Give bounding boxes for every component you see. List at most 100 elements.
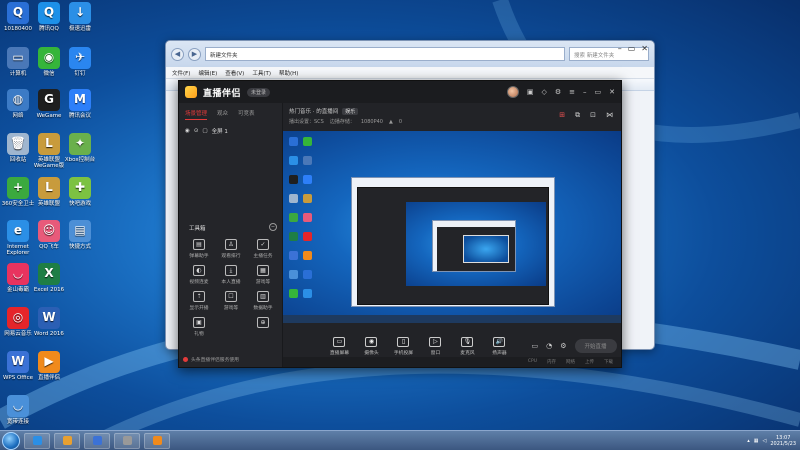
desktop-icon[interactable]: ▶ 直播伴侣 xyxy=(32,351,66,381)
bag-icon[interactable]: ⊡ xyxy=(590,111,596,120)
desktop-icon[interactable]: ↓ 极速迅雷 xyxy=(63,2,97,32)
menu-help[interactable]: 帮助(H) xyxy=(279,69,298,77)
tool-item[interactable]: ◐ 视频连麦 xyxy=(183,265,215,285)
source-button[interactable]: ▷ 窗口 xyxy=(423,336,447,356)
desktop-icon[interactable]: L 英雄联盟WeGame版 xyxy=(32,133,66,170)
network-icon[interactable]: ▦ xyxy=(754,438,759,444)
toolbox-title: 工具箱 xyxy=(189,226,206,232)
desktop-icon[interactable]: W WPS Office xyxy=(1,351,35,381)
menu-view[interactable]: 查看(V) xyxy=(225,69,244,77)
start-button[interactable] xyxy=(2,431,20,450)
desktop-icon[interactable]: Q 腾讯QQ xyxy=(32,2,66,32)
tab-scene-manager[interactable]: 场景管理 xyxy=(185,109,208,120)
explorer-titlebar[interactable]: ◀ ▶ 新建文件夹 搜索 新建文件夹 xyxy=(166,41,654,67)
tool-item[interactable]: ♙ 观看排行 xyxy=(215,239,247,259)
tool-item[interactable]: ☐ 游戏等 xyxy=(215,291,247,311)
close-icon[interactable]: ✕ xyxy=(609,88,615,96)
desktop-icon[interactable]: ◎ 网易云音乐 xyxy=(1,307,35,337)
layer-icon[interactable]: ⧉ xyxy=(575,111,580,120)
main-area: 热门音乐 · 的直播间 娱乐 播出设置：SCS 边播存储： 1080P40 ▲ … xyxy=(283,103,621,367)
taskbar-app[interactable] xyxy=(84,432,110,449)
address-bar[interactable]: 新建文件夹 xyxy=(205,47,565,61)
login-status-badge[interactable]: 未登录 xyxy=(247,87,271,97)
menu-edit[interactable]: 编辑(E) xyxy=(198,69,217,77)
tool-item[interactable]: ⊕ xyxy=(247,317,279,337)
desktop-icon[interactable]: ☺ QQ飞车 xyxy=(32,220,66,250)
desktop-icon[interactable]: ◍ 网络 xyxy=(1,89,35,119)
app-titlebar[interactable]: 直播伴侣 未登录 ▣ ◇ ⚙ ≡ – ▭ ✕ xyxy=(179,81,621,103)
desktop-icon[interactable]: W Word 2016 xyxy=(32,307,66,337)
toolbox-collapse-button[interactable]: − xyxy=(269,223,277,231)
tool-item[interactable]: ✓ 主播任务 xyxy=(247,239,279,259)
forward-button[interactable]: ▶ xyxy=(188,47,201,61)
desktop-icon[interactable]: ✚ 快吧游戏 xyxy=(63,177,97,207)
taskbar-app[interactable] xyxy=(114,432,140,449)
back-button[interactable]: ◀ xyxy=(171,47,184,61)
desktop-icon[interactable]: e Internet Explorer xyxy=(1,220,35,257)
skin-icon[interactable]: ◇ xyxy=(541,88,546,96)
avatar[interactable] xyxy=(506,86,519,98)
tool-item[interactable]: ▥ 数据助手 xyxy=(247,291,279,311)
volume-icon[interactable]: ◁ xyxy=(763,438,767,444)
tool-item[interactable]: ⇡ 显示开播 xyxy=(183,291,215,311)
tool-item[interactable]: ▤ 弹幕助手 xyxy=(183,239,215,259)
tab-audience[interactable]: 观众 xyxy=(217,109,228,120)
stream-setting[interactable]: 播出设置：SCS xyxy=(289,118,324,125)
tool-item[interactable] xyxy=(215,317,247,337)
desktop-icon[interactable]: ▤ 快捷方式 xyxy=(63,220,97,250)
share-icon[interactable]: ⋈ xyxy=(606,111,613,120)
desktop-icon[interactable]: 🗑 回收站 xyxy=(1,133,35,163)
desktop-icon[interactable]: X Excel 2016 xyxy=(32,263,66,293)
preview-app-window xyxy=(357,187,549,305)
gear-icon[interactable]: ⚙ xyxy=(560,342,566,350)
tool-item[interactable]: ▦ 游戏等 xyxy=(247,265,279,285)
desktop-icon[interactable]: ◡ 金山毒霸 xyxy=(1,263,35,293)
taskbar-app[interactable] xyxy=(54,432,80,449)
eye-icon[interactable]: ◉ xyxy=(185,128,190,134)
settings-icon[interactable]: ⚙ xyxy=(555,88,561,96)
minimize-icon[interactable]: – xyxy=(583,88,587,96)
tool-item[interactable]: ▣ 礼物 xyxy=(183,317,215,337)
desktop-icon[interactable]: ◡ 宽带连接 xyxy=(1,395,35,425)
timer-icon[interactable]: ◔ xyxy=(546,342,552,350)
desktop-icon[interactable]: ✈ 钉钉 xyxy=(63,47,97,77)
lock-icon[interactable]: ⊙ xyxy=(194,128,199,134)
maximize-icon[interactable]: ▭ xyxy=(595,88,602,96)
desktop-icon[interactable]: ✦ Xbox控制台 xyxy=(63,133,97,163)
source-button[interactable]: ▯ 手机投屏 xyxy=(391,336,415,356)
tool-item[interactable]: ⤓ 本人直播 xyxy=(215,265,247,285)
category-badge[interactable]: 娱乐 xyxy=(342,107,359,115)
maximize-icon[interactable]: ▭ xyxy=(628,44,636,53)
desktop-icon[interactable]: L 英雄联盟 xyxy=(32,177,66,207)
bottom-note[interactable]: 头条直播伴侣服务使用 xyxy=(183,356,239,363)
taskbar-app[interactable] xyxy=(144,432,170,449)
menu-file[interactable]: 文件(F) xyxy=(172,69,190,77)
source-button[interactable]: 🔊 扬声器 xyxy=(487,336,511,356)
desktop-icon[interactable]: Q 10180400 xyxy=(1,2,35,32)
menu-icon[interactable]: ≡ xyxy=(569,88,575,96)
minimize-icon[interactable]: – xyxy=(618,44,622,53)
desktop-icon[interactable]: ◉ 微信 xyxy=(32,47,66,77)
record-setting[interactable]: 边播存储： xyxy=(330,118,355,125)
scene-item[interactable]: ◉ ⊙ ▢ 全屏 1 xyxy=(179,123,282,139)
source-button[interactable]: ▭ 直播屏幕 xyxy=(327,336,351,356)
start-live-button[interactable]: 开始直播 xyxy=(574,339,617,353)
tray-up-icon[interactable]: ▴ xyxy=(747,438,750,444)
desktop-icon[interactable]: ▭ 计算机 xyxy=(1,47,35,77)
menu-tools[interactable]: 工具(T) xyxy=(252,69,271,77)
taskbar-app[interactable] xyxy=(24,432,50,449)
live-companion-window[interactable]: 直播伴侣 未登录 ▣ ◇ ⚙ ≡ – ▭ ✕ 场景管理 观众 可竞表 ◉ ⊙ ▢… xyxy=(178,80,622,368)
clock[interactable]: 13:07 2021/5/23 xyxy=(770,435,796,447)
live-preview[interactable] xyxy=(283,131,621,323)
tab-list[interactable]: 可竞表 xyxy=(238,109,255,120)
room-title[interactable]: 热门音乐 · 的直播间 xyxy=(289,107,338,115)
message-icon[interactable]: ▣ xyxy=(527,88,534,96)
source-button[interactable]: ◉ 摄像头 xyxy=(359,336,383,356)
desktop-icon[interactable]: G WeGame xyxy=(32,89,66,119)
desktop-icon[interactable]: +360安全卫士 xyxy=(1,177,35,207)
close-icon[interactable]: ✕ xyxy=(641,44,648,53)
record-icon[interactable]: ▭ xyxy=(531,342,538,350)
desktop-icon[interactable]: M 腾讯会议 xyxy=(63,89,97,119)
grid-icon[interactable]: ⊞ xyxy=(559,111,565,120)
source-button[interactable]: 🎙 麦克风 xyxy=(455,336,479,356)
